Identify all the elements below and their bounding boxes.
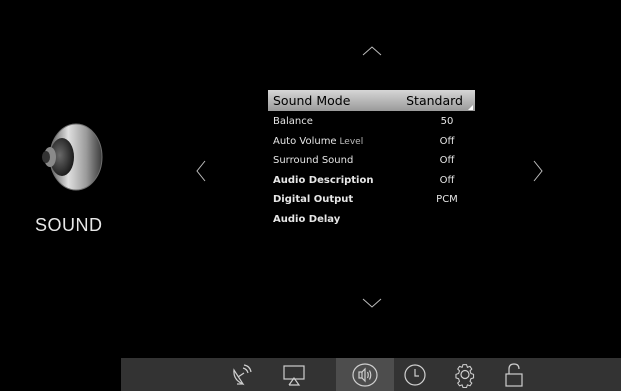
menu-item-label: Audio Description <box>273 174 374 186</box>
chevron-right-icon[interactable] <box>533 160 543 182</box>
chevron-up-icon[interactable] <box>362 46 382 56</box>
menu-item-label-suffix: Level <box>336 136 364 147</box>
menu-item-audio-description[interactable]: Audio Description Off <box>268 171 475 191</box>
menu-item-value: Off <box>439 135 455 147</box>
menu-item-auto-volume-level[interactable]: Auto Volume Level Off <box>268 132 475 152</box>
menu-item-label: Balance <box>273 116 313 128</box>
menu-item-surround-sound[interactable]: Surround Sound Off <box>268 151 475 171</box>
menu-item-label: Surround Sound <box>273 155 354 167</box>
satellite-icon[interactable] <box>229 362 255 388</box>
menu-item-label: Auto Volume Level <box>273 136 363 147</box>
clock-icon[interactable] <box>402 362 428 388</box>
lock-icon[interactable] <box>501 362 527 388</box>
bottom-menu-bar <box>121 358 621 391</box>
menu-item-balance[interactable]: Balance 50 <box>268 112 475 132</box>
chevron-left-icon[interactable] <box>196 160 206 182</box>
settings-icon[interactable] <box>452 362 478 388</box>
menu-item-value: 50 <box>440 116 454 128</box>
menu-item-audio-delay[interactable]: Audio Delay <box>268 210 475 230</box>
menu-item-sound-mode[interactable]: Sound Mode Standard <box>268 90 475 111</box>
menu-item-value: Off <box>439 155 455 167</box>
sound-icon[interactable] <box>336 358 394 391</box>
menu-item-value: Off <box>439 174 455 186</box>
menu-item-digital-output[interactable]: Digital Output PCM <box>268 190 475 210</box>
menu-item-label: Digital Output <box>273 194 354 206</box>
chevron-down-icon[interactable] <box>362 298 382 308</box>
picture-icon[interactable] <box>281 362 307 388</box>
speaker-icon <box>22 120 112 210</box>
section-title: SOUND <box>35 215 103 235</box>
menu-item-value: PCM <box>436 194 458 206</box>
menu-item-label-main: Auto Volume <box>273 135 337 147</box>
selection-corner-icon <box>468 105 473 110</box>
sound-menu: Sound Mode Standard Balance 50 Auto Volu… <box>268 90 475 229</box>
menu-item-label: Audio Delay <box>273 213 341 225</box>
menu-item-value: Standard <box>406 93 463 108</box>
menu-item-label: Sound Mode <box>273 93 351 108</box>
